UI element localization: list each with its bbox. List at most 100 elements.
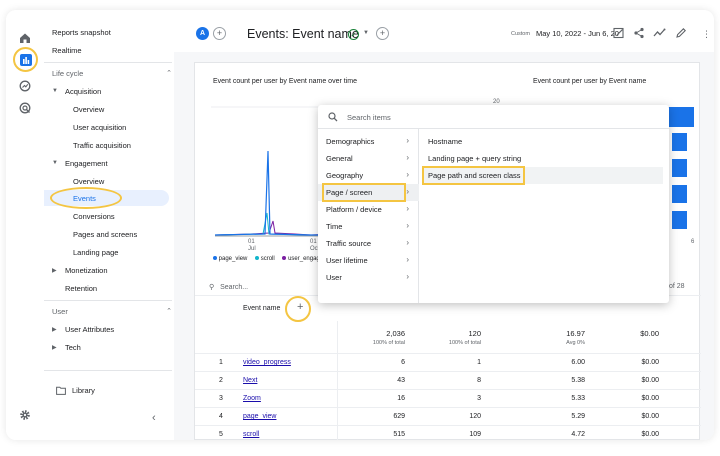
chevron-up-icon: ⌃ <box>166 308 172 315</box>
sidebar-item-engagement[interactable]: ▼ Engagement <box>52 155 180 171</box>
table-cell: 5.33 <box>571 395 585 402</box>
check-circle-icon: ✓ <box>348 29 359 40</box>
sidebar-item-library[interactable]: Library <box>56 382 184 398</box>
event-name-link[interactable]: Next <box>243 377 323 384</box>
sidebar-item-reports-snapshot[interactable]: Reports snapshot <box>52 24 180 40</box>
table-cell: 5 <box>219 431 223 438</box>
insights-icon[interactable] <box>652 26 666 40</box>
search-icon <box>328 112 338 122</box>
table-cell: 3 <box>219 395 223 402</box>
dropdown-arrow-icon[interactable]: ▼ <box>363 30 369 36</box>
category-platform-device[interactable]: Platform / device › <box>318 201 419 218</box>
menu-search-input[interactable]: Search items <box>318 105 669 129</box>
header-bar: A + Events: Event name ✓ ▼ + Custom May … <box>174 10 714 52</box>
bar-mark <box>672 185 687 203</box>
total-subtext: 100% of total <box>372 340 405 346</box>
category-demographics[interactable]: Demographics › <box>318 133 419 150</box>
home-icon[interactable] <box>15 28 35 48</box>
comparison-avatar[interactable]: A <box>196 27 209 40</box>
category-user[interactable]: User › <box>318 269 419 286</box>
total-subtext: 100% of total <box>448 340 481 346</box>
chevron-right-icon: › <box>406 238 409 247</box>
chevron-right-icon: › <box>406 221 409 230</box>
chevron-right-icon: › <box>406 136 409 145</box>
table-cell: 1 <box>477 359 481 366</box>
pagination-label: of 28 <box>669 283 685 290</box>
chevron-right-icon: › <box>406 187 409 196</box>
category-general[interactable]: General › <box>318 150 419 167</box>
bar-mark <box>672 159 687 177</box>
bar-mark <box>672 133 687 151</box>
more-options-icon[interactable]: ⋮ <box>702 29 711 40</box>
settings-gear-icon[interactable] <box>15 405 35 425</box>
option-landing-page-query-string[interactable]: Landing page + query string <box>422 150 663 167</box>
advertising-icon[interactable] <box>15 98 35 118</box>
chevron-right-icon: › <box>406 153 409 162</box>
category-user-lifetime[interactable]: User lifetime › <box>318 252 419 269</box>
category-traffic-source[interactable]: Traffic source › <box>318 235 419 252</box>
x-tick-label: 01 <box>310 239 317 245</box>
chevron-right-icon: › <box>406 255 409 264</box>
explore-icon[interactable] <box>15 76 35 96</box>
add-comparison-plus-icon[interactable]: + <box>213 27 226 40</box>
date-range-picker[interactable]: May 10, 2022 - Jun 6, 20 <box>536 29 619 38</box>
search-icon: ⚲ <box>209 284 215 291</box>
bar-mark <box>672 211 687 229</box>
category-time[interactable]: Time › <box>318 218 419 235</box>
total-events-per-user: 16.97 <box>566 329 585 338</box>
event-name-link[interactable]: video_progress <box>243 359 323 366</box>
category-geography[interactable]: Geography › <box>318 167 419 184</box>
share-icon[interactable] <box>632 26 646 40</box>
app-frame: Reports snapshot Realtime Life cycle ⌃ ▼ A… <box>6 10 714 440</box>
edit-pencil-icon[interactable] <box>674 26 688 40</box>
bar-chart-title: Event count per user by Event name <box>533 78 647 85</box>
legend-label: user_engag <box>288 256 320 262</box>
bar-axis-tick-label: 6 <box>691 239 695 245</box>
event-name-column-header: Event name <box>243 305 281 312</box>
table-cell: $0.00 <box>641 377 659 384</box>
section-user[interactable]: User ⌃ <box>52 303 180 319</box>
table-cell: 16 <box>397 395 405 402</box>
table-row[interactable]: 3 Zoom 16 3 5.33 $0.00 <box>195 389 701 407</box>
table-cell: 5.38 <box>571 377 585 384</box>
table-row[interactable]: 2 Next 43 8 5.38 $0.00 <box>195 371 701 389</box>
table-cell: 3 <box>477 395 481 402</box>
table-cell: 4.72 <box>571 431 585 438</box>
nav-rail <box>6 10 44 440</box>
sidebar-item-realtime[interactable]: Realtime <box>52 42 180 58</box>
table-row[interactable]: 1 video_progress 6 1 6.00 $0.00 <box>195 353 701 371</box>
sidebar-item-tech[interactable]: ▶ Tech <box>52 339 180 355</box>
legend-label: scroll <box>260 256 275 262</box>
sidebar-item-monetization[interactable]: ▶ Monetization <box>52 262 180 278</box>
sidebar-item-acquisition[interactable]: ▼ Acquisition <box>52 83 180 99</box>
reports-icon[interactable] <box>16 50 36 70</box>
divider <box>44 370 172 371</box>
caret-right-icon: ▶ <box>52 267 57 274</box>
sidebar: Reports snapshot Realtime Life cycle ⌃ ▼ A… <box>44 10 174 440</box>
event-name-link[interactable]: page_view <box>243 413 323 420</box>
caret-down-icon: ▼ <box>52 88 58 94</box>
table-cell: 109 <box>469 431 481 438</box>
table-search[interactable]: ⚲ Search... <box>209 283 248 291</box>
table-row[interactable]: 5 scroll 515 109 4.72 $0.00 <box>195 425 701 440</box>
table-cell: 629 <box>393 413 405 420</box>
event-name-link[interactable]: Zoom <box>243 395 323 402</box>
divider <box>44 300 172 301</box>
caret-down-icon: ▼ <box>52 160 58 166</box>
chart-legend: page_view scroll user_engag <box>213 256 320 262</box>
section-life-cycle[interactable]: Life cycle ⌃ <box>52 65 180 81</box>
customize-report-icon[interactable] <box>612 26 626 40</box>
divider <box>44 62 172 63</box>
collapse-sidebar-icon[interactable]: ‹ <box>152 410 166 426</box>
add-filter-plus-icon[interactable]: + <box>376 27 389 40</box>
option-hostname[interactable]: Hostname <box>422 133 663 150</box>
event-name-link[interactable]: scroll <box>243 431 323 438</box>
table-row[interactable]: 4 page_view 629 120 5.29 $0.00 <box>195 407 701 425</box>
caret-right-icon: ▶ <box>52 344 57 351</box>
table-cell: 6 <box>401 359 405 366</box>
highlight-ring <box>285 296 311 322</box>
sidebar-item-user-attributes[interactable]: ▶ User Attributes <box>52 321 180 337</box>
category-list: Demographics › General › Geography › Page /… <box>318 129 419 303</box>
table-cell: 2 <box>219 377 223 384</box>
date-mode-label: Custom <box>511 31 530 37</box>
